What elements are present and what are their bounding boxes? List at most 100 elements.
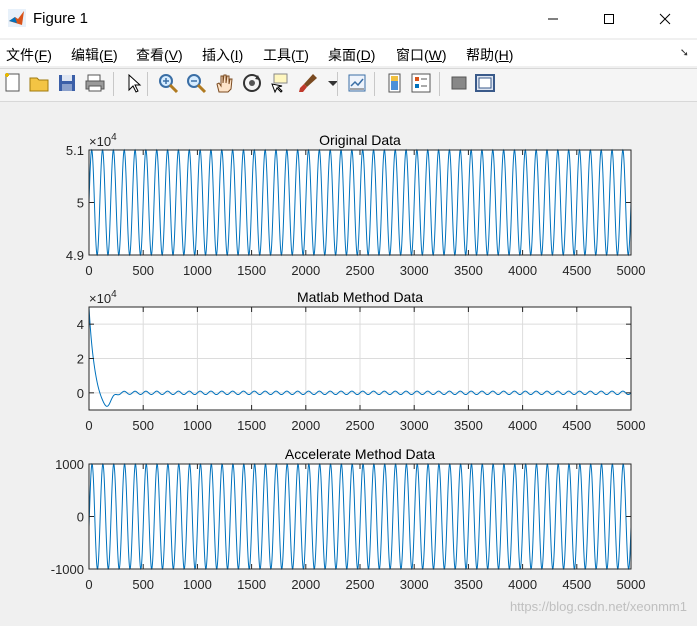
menu-item-tail: ) <box>113 47 118 63</box>
maximize-button[interactable] <box>586 0 632 38</box>
data-cursor-icon <box>271 73 288 94</box>
print-button[interactable] <box>84 72 106 94</box>
menu-item-2[interactable]: 查看(V) <box>136 45 183 65</box>
menu-item-5[interactable]: 桌面(D) <box>328 45 375 65</box>
x-tick-label: 0 <box>85 263 92 278</box>
matlab-logo-icon <box>8 9 26 27</box>
y-tick-label: 2 <box>77 352 84 367</box>
y-tick-label: 5 <box>77 196 84 211</box>
toolbar-separator <box>147 72 148 96</box>
link-plot-button[interactable] <box>346 72 368 94</box>
menu-item-accelerator: E <box>103 47 114 63</box>
hide-plot-tools-icon <box>451 76 467 90</box>
print-icon <box>85 74 105 92</box>
x-tick-label: 5000 <box>617 418 646 433</box>
menu-item-label: 编辑( <box>71 47 104 63</box>
menu-item-7[interactable]: 帮助(H) <box>466 45 513 65</box>
brush-button[interactable] <box>297 72 319 94</box>
close-icon <box>659 13 671 25</box>
menu-item-4[interactable]: 工具(T) <box>263 45 309 65</box>
show-plot-tools-button[interactable] <box>474 72 496 94</box>
data-cursor-button[interactable] <box>269 72 291 94</box>
new-figure-button[interactable] <box>2 72 24 94</box>
pointer-button[interactable] <box>122 72 144 94</box>
toolbar-separator <box>113 72 114 96</box>
menu-item-1[interactable]: 编辑(E) <box>71 45 118 65</box>
menu-item-tail: ) <box>47 47 52 63</box>
x-tick-label: 1500 <box>237 577 266 592</box>
brush-icon <box>299 74 317 92</box>
x-tick-label: 2000 <box>291 418 320 433</box>
menu-item-label: 文件( <box>6 47 39 63</box>
y-tick-label: 4.9 <box>66 248 84 263</box>
open-file-icon <box>29 77 49 92</box>
menu-item-label: 查看( <box>136 47 169 63</box>
zoom-out-button[interactable] <box>185 72 207 94</box>
x-tick-label: 5000 <box>617 577 646 592</box>
menu-item-tail: ) <box>370 47 376 63</box>
x-tick-label: 3000 <box>400 577 429 592</box>
maximize-icon <box>604 14 614 24</box>
pan-button[interactable] <box>213 72 235 94</box>
brush-dropdown-button[interactable] <box>322 72 338 94</box>
toolbar-separator <box>374 72 375 96</box>
window-title: Figure 1 <box>33 10 89 27</box>
menu-item-tail: ) <box>508 47 514 63</box>
menu-item-6[interactable]: 窗口(W) <box>396 45 447 65</box>
x-tick-label: 2000 <box>291 577 320 592</box>
y-tick-label: 5.1 <box>66 143 84 158</box>
pan-icon <box>216 74 233 93</box>
legend-button[interactable] <box>410 72 432 94</box>
dock-arrow-icon[interactable]: ➘ <box>680 46 689 59</box>
x-tick-label: 3500 <box>454 263 483 278</box>
hide-plot-tools-button[interactable] <box>448 72 470 94</box>
y-tick-label: 0 <box>77 510 84 525</box>
exponent-label: ×104 <box>89 132 117 149</box>
menu-item-tail: ) <box>178 47 183 63</box>
y-tick-label: 4 <box>77 317 84 332</box>
menu-item-accelerator: H <box>498 47 509 63</box>
x-tick-label: 5000 <box>617 263 646 278</box>
minimize-icon <box>548 18 558 20</box>
x-tick-label: 500 <box>132 263 154 278</box>
toolbar-separator <box>439 72 440 96</box>
x-tick-label: 2500 <box>346 263 375 278</box>
y-tick-label: -1000 <box>51 562 84 577</box>
menu-item-accelerator: T <box>295 47 305 63</box>
y-tick-label: 0 <box>77 386 84 401</box>
save-icon <box>59 75 75 91</box>
menu-item-3[interactable]: 插入(I) <box>202 45 243 65</box>
figure-plots: 0 500 1000 1500 2000 2500 3000 3500 4000 4500 5000… <box>51 132 646 592</box>
menu-item-tail: ) <box>304 47 309 63</box>
subplot-0: 0 500 1000 1500 2000 2500 3000 3500 4000 4500 5000… <box>66 132 646 278</box>
rotate-3d-button[interactable] <box>241 72 263 94</box>
x-tick-label: 2000 <box>291 263 320 278</box>
x-tick-label: 1000 <box>183 577 212 592</box>
colorbar-icon <box>388 73 401 93</box>
x-tick-label: 4500 <box>562 577 591 592</box>
menu-item-tail: ) <box>441 47 447 63</box>
menu-item-accelerator: D <box>360 47 371 63</box>
minimize-button[interactable] <box>530 0 576 38</box>
menu-item-label: 工具( <box>263 47 296 63</box>
menu-item-label: 帮助( <box>466 47 499 63</box>
x-tick-label: 500 <box>132 418 154 433</box>
save-button[interactable] <box>56 72 78 94</box>
x-tick-label: 4000 <box>508 418 537 433</box>
new-figure-icon <box>5 73 20 92</box>
open-file-button[interactable] <box>28 72 50 94</box>
chart-title: Accelerate Method Data <box>285 446 435 462</box>
zoom-in-icon <box>159 74 179 94</box>
y-tick-label: 1000 <box>55 457 84 472</box>
menu-item-0[interactable]: 文件(F) <box>6 45 52 65</box>
menu-item-accelerator: F <box>38 47 48 63</box>
x-tick-label: 4500 <box>562 263 591 278</box>
title-bar: Figure 1 <box>0 0 697 38</box>
close-button[interactable] <box>642 0 688 38</box>
colorbar-button[interactable] <box>384 72 406 94</box>
menu-item-accelerator: V <box>168 47 179 63</box>
zoom-in-button[interactable] <box>157 72 179 94</box>
x-tick-label: 2500 <box>346 577 375 592</box>
menu-item-label: 窗口( <box>396 47 429 63</box>
chart-title: Matlab Method Data <box>297 289 423 305</box>
